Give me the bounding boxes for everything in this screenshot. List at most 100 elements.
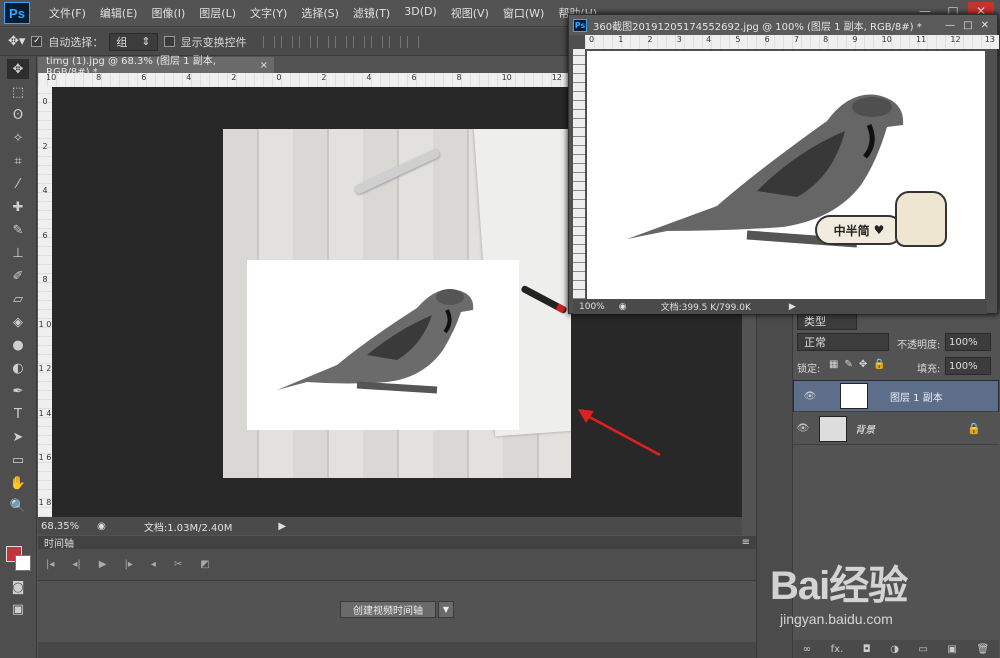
fill-input[interactable]: 100% <box>945 357 991 375</box>
hand-tool-icon[interactable]: ✋ <box>7 473 29 493</box>
audio-icon[interactable]: ◂ <box>151 559 156 570</box>
sparrow-layer[interactable] <box>247 260 519 430</box>
distribute-vcenter-icon[interactable] <box>388 35 401 48</box>
float-close-button[interactable]: ✕ <box>981 20 989 31</box>
pen-tool-icon[interactable]: ✒ <box>7 381 29 401</box>
rectangle-tool-icon[interactable]: ▭ <box>7 450 29 470</box>
dodge-tool-icon[interactable]: ◐ <box>7 358 29 378</box>
crop-tool-icon[interactable]: ⌗ <box>7 151 29 171</box>
create-video-timeline-button[interactable]: 创建视频时间轴 <box>340 601 436 618</box>
healing-brush-icon[interactable]: ✚ <box>7 197 29 217</box>
panel-menu-icon[interactable]: ≡ <box>742 537 750 548</box>
blur-tool-icon[interactable]: ● <box>7 335 29 355</box>
eyedropper-tool-icon[interactable]: ⁄ <box>7 174 29 194</box>
move-tool-icon[interactable]: ✥ <box>7 59 29 79</box>
align-bottom-icon[interactable] <box>298 35 311 48</box>
prev-frame-icon[interactable]: ◂| <box>72 559 80 570</box>
menu-edit[interactable]: 编辑(E) <box>93 5 145 21</box>
zoom-level[interactable]: 68.35% <box>41 521 79 532</box>
distribute-top-icon[interactable] <box>370 35 383 48</box>
floating-window-controls: — □ ✕ <box>945 20 989 31</box>
photo-image[interactable] <box>223 129 571 478</box>
lock-icons[interactable]: ▦✎✥🔒 <box>829 359 892 370</box>
clone-stamp-icon[interactable]: ⊥ <box>7 243 29 263</box>
align-icons <box>262 35 419 48</box>
align-vcenter-icon[interactable] <box>280 35 293 48</box>
play-icon[interactable]: ▶ <box>99 559 107 570</box>
lasso-tool-icon[interactable]: ʘ <box>7 105 29 125</box>
floating-vertical-ruler[interactable] <box>573 49 585 299</box>
marquee-tool-icon[interactable]: ⬚ <box>7 82 29 102</box>
layer-name[interactable]: 图层 1 副本 <box>890 389 943 404</box>
ruler-tick: 8 <box>823 35 829 44</box>
chevron-down-icon: ⇕ <box>141 35 151 48</box>
visibility-eye-icon[interactable]: 👁 <box>800 391 820 402</box>
layer-name[interactable]: 背景 <box>855 421 875 436</box>
menu-image[interactable]: 图像(I) <box>144 5 192 21</box>
align-left-icon[interactable] <box>316 35 329 48</box>
floating-window-titlebar[interactable]: Ps 360截图20191205174552692.jpg @ 100% (图层… <box>569 15 997 35</box>
paint-bucket-icon[interactable]: ◈ <box>7 312 29 332</box>
blend-mode-value: 正常 <box>804 336 826 349</box>
status-menu-icon[interactable]: ◉ <box>619 302 627 312</box>
background-color-swatch[interactable] <box>15 555 31 571</box>
auto-select-label: 自动选择： <box>48 35 104 49</box>
quick-mask-icon[interactable]: ◙ <box>7 577 29 597</box>
menu-3d[interactable]: 3D(D) <box>397 5 444 21</box>
history-brush-icon[interactable]: ✐ <box>7 266 29 286</box>
menu-layer[interactable]: 图层(L) <box>192 5 243 21</box>
float-minimize-button[interactable]: — <box>945 20 955 31</box>
align-hcenter-icon[interactable] <box>334 35 347 48</box>
zoom-tool-icon[interactable]: 🔍 <box>7 496 29 516</box>
opacity-input[interactable]: 100% <box>945 333 991 351</box>
ruler-tick: 1 6 <box>38 453 52 463</box>
document-tab[interactable]: timg (1).jpg @ 68.3% (图层 1 副本, RGB/8#) *… <box>38 56 274 78</box>
menu-filter[interactable]: 滤镜(T) <box>346 5 397 21</box>
visibility-eye-icon[interactable]: 👁 <box>793 423 813 434</box>
vertical-ruler[interactable]: 0 2 4 6 8 1 0 1 2 1 4 1 6 1 8 <box>38 87 52 517</box>
transition-icon[interactable]: ◩ <box>200 559 209 570</box>
status-arrow-icon[interactable]: ▶ <box>789 302 796 312</box>
menu-view[interactable]: 视图(V) <box>444 5 496 21</box>
floating-zoom-level[interactable]: 100% <box>579 302 605 312</box>
menu-select[interactable]: 选择(S) <box>294 5 346 21</box>
next-frame-icon[interactable]: |▸ <box>124 559 132 570</box>
auto-select-checkbox[interactable]: ✓ <box>31 36 43 47</box>
floating-document-window[interactable]: Ps 360截图20191205174552692.jpg @ 100% (图层… <box>568 14 999 314</box>
path-select-icon[interactable]: ➤ <box>7 427 29 447</box>
ruler-tick: 2 <box>321 73 327 82</box>
menu-type[interactable]: 文字(Y) <box>243 5 294 21</box>
horizontal-ruler[interactable]: 10 8 6 4 2 0 2 4 6 8 10 12 <box>38 73 570 87</box>
auto-select-dropdown[interactable]: 组 ⇕ <box>109 32 158 51</box>
brush-tool-icon[interactable]: ✎ <box>7 220 29 240</box>
blend-mode-dropdown[interactable]: 正常 <box>797 333 889 351</box>
type-tool-icon[interactable]: T <box>7 404 29 424</box>
ruler-tick: 4 <box>366 73 372 82</box>
status-arrow-icon[interactable]: ▶ <box>278 521 286 532</box>
eraser-tool-icon[interactable]: ▱ <box>7 289 29 309</box>
float-maximize-button[interactable]: □ <box>963 20 972 31</box>
distribute-bottom-icon[interactable] <box>406 35 419 48</box>
menu-file[interactable]: 文件(F) <box>42 5 93 21</box>
align-right-icon[interactable] <box>352 35 365 48</box>
ruler-tick: 8 <box>42 275 48 285</box>
first-frame-icon[interactable]: |◂ <box>46 559 54 570</box>
align-top-icon[interactable] <box>262 35 275 48</box>
layer-kind-filter[interactable]: 类型 <box>797 312 857 330</box>
floating-horizontal-ruler[interactable]: 0 1 2 3 4 5 6 7 8 9 10 11 12 13 <box>585 35 999 49</box>
create-timeline-dropdown-icon[interactable]: ▼ <box>438 601 454 618</box>
tab-close-icon[interactable]: × <box>260 60 268 71</box>
move-tool-icon[interactable]: ✥▾ <box>8 34 25 49</box>
screen-mode-icon[interactable]: ▣ <box>7 599 29 619</box>
show-transform-checkbox[interactable] <box>163 36 175 47</box>
auto-select-value: 组 <box>116 35 128 49</box>
magic-wand-icon[interactable]: ✧ <box>7 128 29 148</box>
ruler-tick: 6 <box>42 230 48 240</box>
status-menu-icon[interactable]: ◉ <box>97 521 106 532</box>
menu-window[interactable]: 窗口(W) <box>496 5 551 21</box>
scissors-icon[interactable]: ✂ <box>174 559 182 570</box>
timeline-header[interactable]: 时间轴 ≡ <box>38 536 756 550</box>
layer-row-background[interactable]: 👁 背景 🔒 <box>793 413 999 445</box>
layer-row-copy[interactable]: 👁 图层 1 副本 <box>793 380 999 412</box>
floating-canvas[interactable]: 中半简 ♥ <box>587 51 985 299</box>
